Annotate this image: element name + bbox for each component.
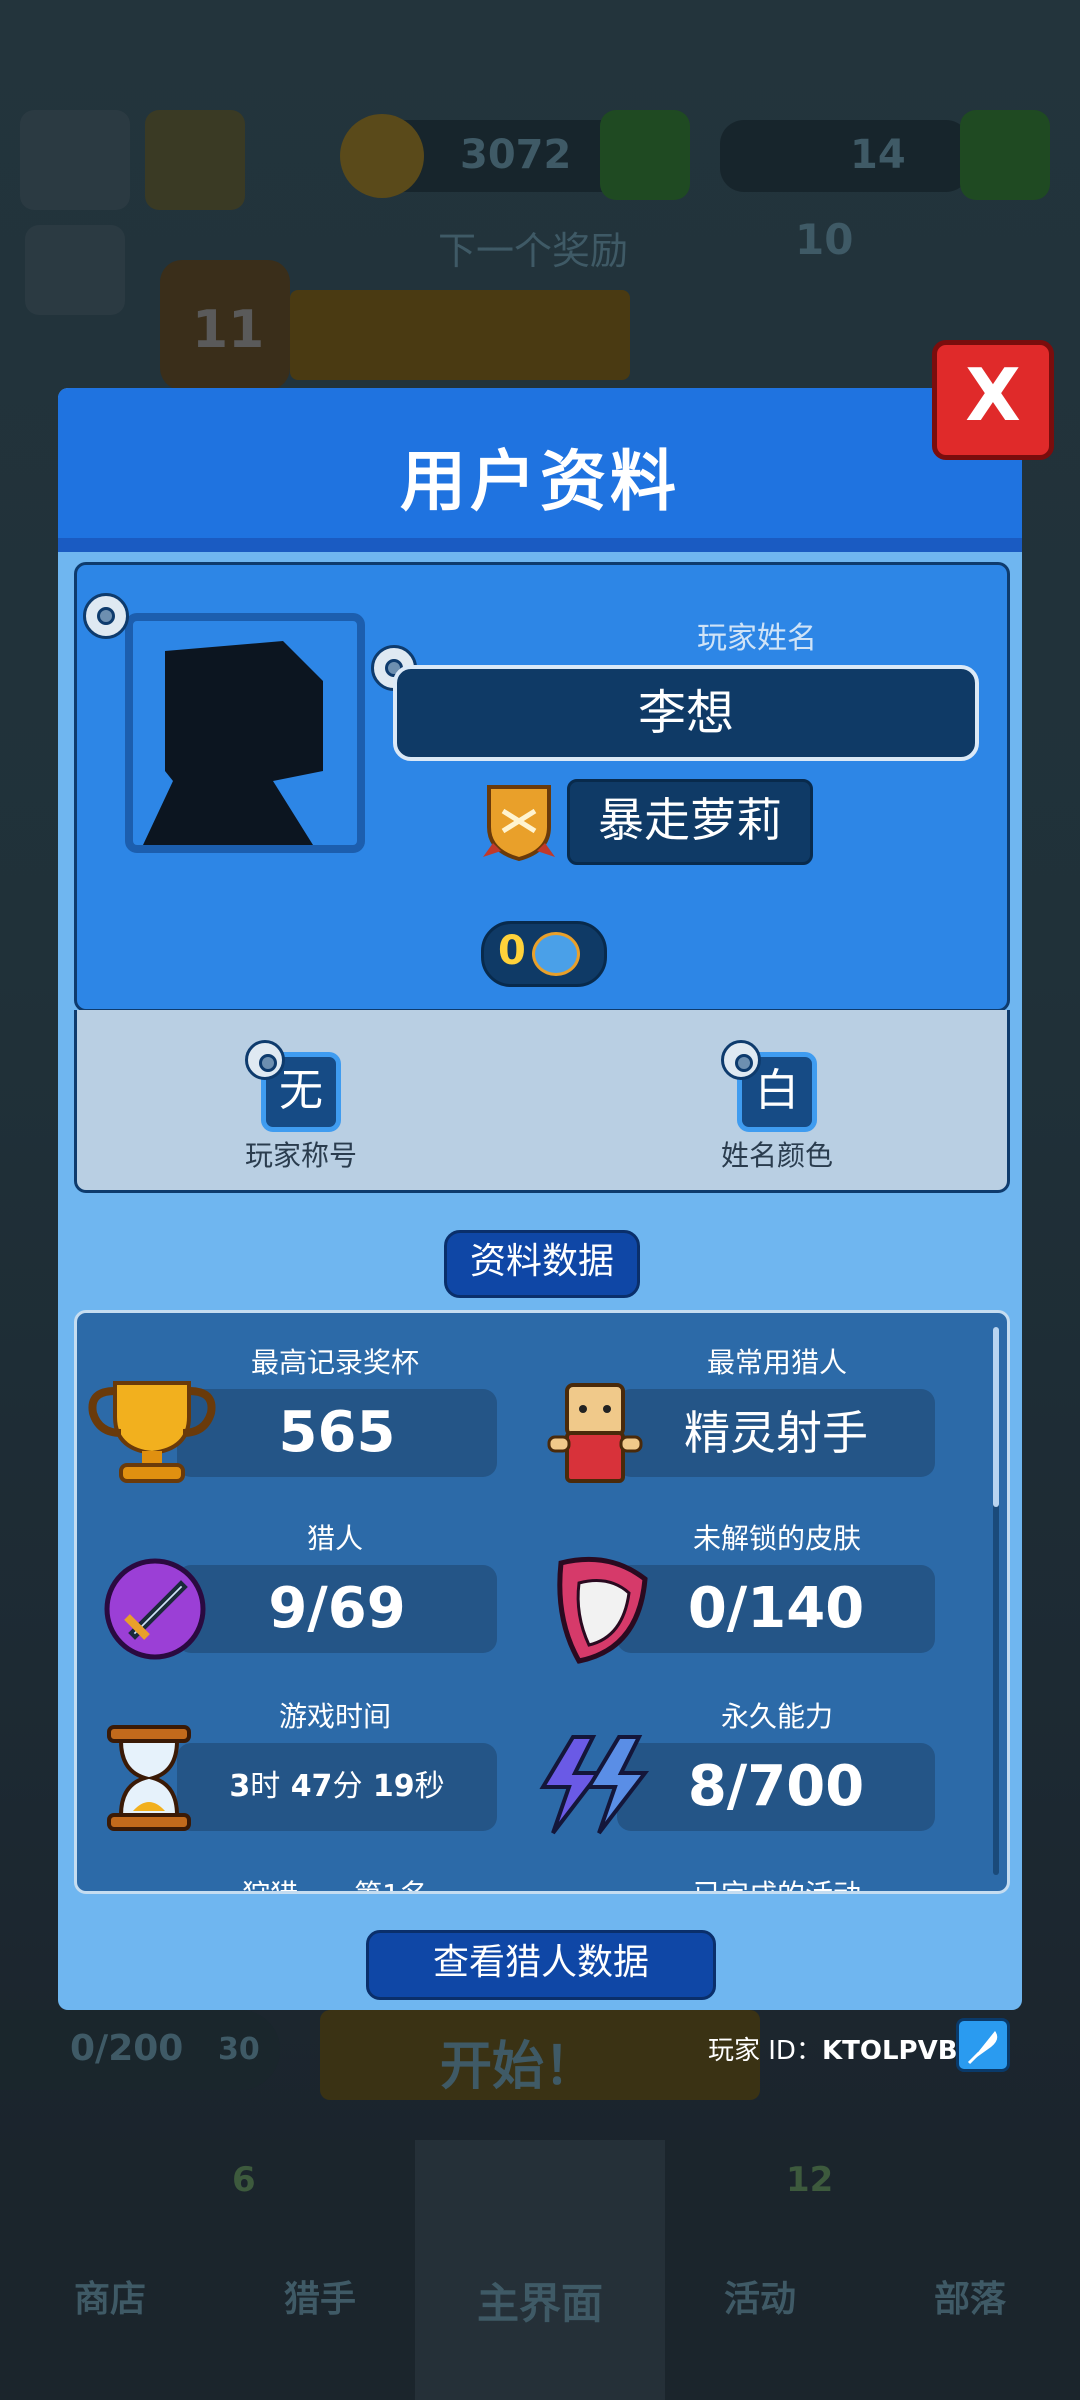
stat-label-skins: 未解锁的皮肤 xyxy=(692,1522,861,1555)
trophy-icon xyxy=(145,110,245,210)
player-title-label: 玩家称号 xyxy=(244,1139,357,1172)
player-title-gear-icon[interactable] xyxy=(245,1040,285,1080)
section-label-profile-data: 资料数据 xyxy=(444,1230,640,1298)
modal-title: 用户资料 xyxy=(400,443,680,520)
stat-value-main-hunter: 精灵射手 xyxy=(617,1389,935,1477)
count-value: 0 xyxy=(498,928,526,974)
modal-header: 用户资料 xyxy=(58,388,1022,552)
next-reward-value: 10 xyxy=(795,215,854,264)
sword-icon xyxy=(104,1558,206,1660)
add-coins-button xyxy=(600,110,690,200)
stats-panel: 最高记录奖杯 565 最常用猎人 精灵射手 猎人 9/69 未解锁的皮肤 0/1… xyxy=(74,1310,1010,1894)
copy-id-feather-icon[interactable] xyxy=(956,2018,1010,2072)
player-id-prefix: 玩家 ID： xyxy=(708,2036,822,2066)
stat-label-best-trophies: 最高记录奖杯 xyxy=(250,1346,419,1379)
nav-events-badge: 12 xyxy=(786,2160,834,2200)
player-id: 玩家 ID：KTOLPVBR xyxy=(708,2030,978,2067)
close-button[interactable]: X xyxy=(932,340,1054,460)
nav-shop-label: 商店 xyxy=(73,2279,146,2320)
add-gems-button xyxy=(960,110,1050,200)
view-hunter-data-button[interactable]: 查看猎人数据 xyxy=(366,1930,716,2000)
coin-icon xyxy=(340,114,424,198)
level-badge: 11 xyxy=(160,260,290,390)
name-color-label: 姓名颜色 xyxy=(720,1139,833,1172)
player-title-badge: 暴走萝莉 xyxy=(567,779,813,865)
emblem-icon xyxy=(532,932,580,976)
hourglass-icon xyxy=(107,1725,191,1831)
hunter-avatar-icon xyxy=(547,1383,643,1483)
profile-modal: 用户资料 玩家姓名 李想 暴走萝莉 0 无 玩家称号 白 姓名颜色 资料数据 最… xyxy=(58,388,1022,2010)
stat-label-events-completed: 已完成的活动 xyxy=(617,1873,937,1891)
stat-label-permanent-ability: 永久能力 xyxy=(720,1700,833,1733)
edit-avatar-gear-icon[interactable] xyxy=(83,593,129,639)
level-progress-bar xyxy=(290,290,630,380)
start-button-bg: 开始！ xyxy=(320,2010,760,2100)
mask-icon xyxy=(557,1556,648,1664)
player-id-value: KTOLPVBR xyxy=(821,2036,978,2066)
mail-icon xyxy=(25,225,125,315)
player-name-field[interactable]: 李想 xyxy=(393,665,979,761)
player-name-label: 玩家姓名 xyxy=(697,621,817,656)
stat-label-main-hunter: 最常用猎人 xyxy=(706,1346,847,1379)
gem-value: 14 xyxy=(850,132,906,178)
stat-value-permanent-ability: 8/700 xyxy=(617,1743,935,1831)
count-pill: 0 xyxy=(481,921,607,987)
nav-hunter-label: 猎手 xyxy=(283,2279,356,2320)
nav-hunter-badge: 6 xyxy=(232,2160,256,2200)
settings-card: 无 玩家称号 白 姓名颜色 xyxy=(74,1010,1010,1193)
name-color-gear-icon[interactable] xyxy=(721,1040,761,1080)
stats-scrollbar-thumb[interactable] xyxy=(993,1327,999,1507)
lightning-icon xyxy=(539,1735,650,1835)
nav-clan-label: 部落 xyxy=(933,2279,1006,2320)
bottom-nav: 商店 猎手 6 主界面 活动 12 部落 xyxy=(0,2140,1080,2400)
coin-value: 3072 xyxy=(460,132,572,178)
title-shield-icon xyxy=(483,781,555,862)
stat-label-play-time: 游戏时间 xyxy=(278,1700,391,1733)
gem-counter: 14 xyxy=(720,120,970,192)
avatar[interactable] xyxy=(125,613,365,853)
stat-value-best-trophies: 565 xyxy=(177,1389,497,1477)
menu-icon xyxy=(20,110,130,210)
stat-value-skins: 0/140 xyxy=(617,1565,935,1653)
trophy-icon xyxy=(88,1381,216,1483)
avatar-silhouette-icon xyxy=(143,641,323,845)
progress-counter: 0/200 30 xyxy=(0,2010,280,2090)
close-icon: X xyxy=(965,353,1021,437)
next-reward-label: 下一个奖励 xyxy=(438,229,629,273)
profile-card: 玩家姓名 李想 暴走萝莉 0 xyxy=(74,562,1010,1061)
nav-main-label: 主界面 xyxy=(476,2279,603,2328)
stat-label-hunters: 猎人 xyxy=(306,1522,363,1555)
stat-label-hunt-first: 狩猎——第1名 xyxy=(175,1873,495,1891)
stat-value-hunters: 9/69 xyxy=(177,1565,497,1653)
nav-events-label: 活动 xyxy=(723,2279,796,2320)
stat-value-play-time: 3时 47分 19秒 xyxy=(177,1743,497,1831)
